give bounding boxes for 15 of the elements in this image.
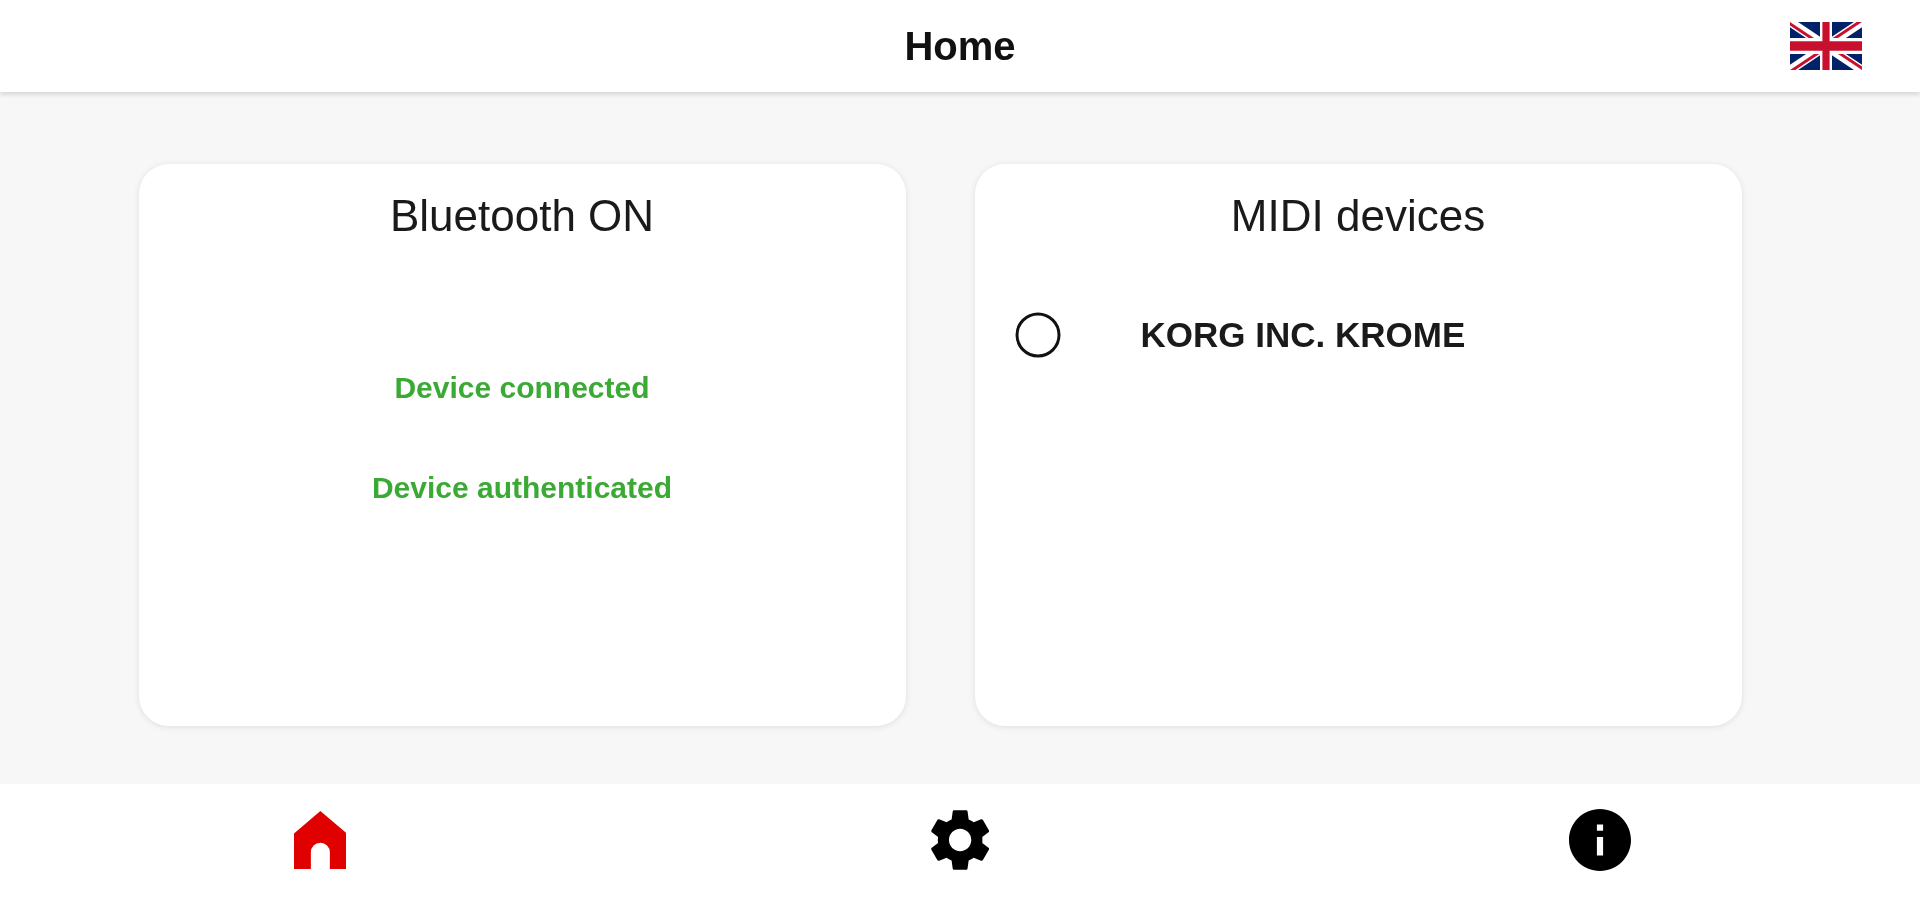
- home-tab[interactable]: [293, 811, 347, 869]
- language-button[interactable]: [1790, 22, 1862, 70]
- status-text: Device authenticated: [371, 470, 673, 506]
- home-icon: [293, 811, 347, 869]
- settings-tab[interactable]: [930, 809, 990, 871]
- card-title: MIDI devices: [1230, 190, 1486, 242]
- settings-icon: [930, 809, 990, 871]
- radio-button[interactable]: [1014, 312, 1061, 358]
- device-name: KORG INC. KROME: [1140, 315, 1466, 355]
- info-tab[interactable]: [1569, 809, 1631, 871]
- page-title: Home: [904, 23, 1016, 69]
- card-title: Bluetooth ON: [389, 190, 655, 242]
- uk-flag-icon: [1790, 22, 1862, 70]
- info-icon: [1569, 809, 1631, 871]
- status-text: Device connected: [394, 370, 650, 406]
